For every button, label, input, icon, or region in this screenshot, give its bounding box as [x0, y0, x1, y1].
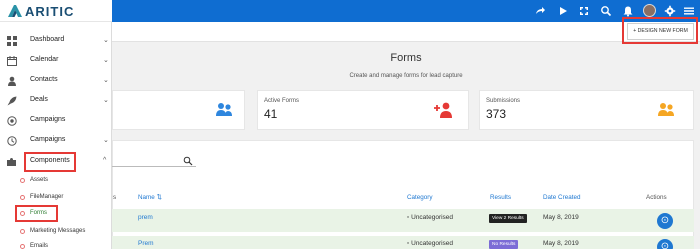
sidebar-item-label: Calendar [30, 56, 59, 63]
sidebar-subitem-emails[interactable]: Emails [0, 241, 112, 249]
search-icon[interactable] [183, 153, 193, 166]
chevron-down-icon: ⌄ [103, 37, 109, 44]
stat-label: Submissions [486, 98, 521, 104]
column-header-results[interactable]: Results [490, 194, 511, 201]
column-header-actions: Actions [646, 194, 667, 201]
stat-card-submissions: Submissions 373 [479, 90, 694, 130]
search-input[interactable] [112, 166, 196, 167]
form-name-link[interactable]: Prem [138, 240, 154, 247]
fullscreen-icon[interactable] [578, 5, 590, 17]
sidebar-item-label: Campaigns [30, 116, 66, 123]
sidebar-item-label: Dashboard [30, 36, 65, 43]
components-highlight [24, 152, 76, 172]
stat-card-total [112, 90, 245, 130]
sidebar-item-contacts[interactable]: Contacts ⌄ [0, 72, 112, 90]
form-category-text: Uncategorised [411, 214, 454, 221]
view-results-badge[interactable]: View 2 Results [489, 214, 527, 223]
form-category-text: Uncategorised [411, 240, 454, 247]
sidebar-item-deals[interactable]: Deals ⌄ [0, 92, 112, 110]
users-icon [655, 99, 677, 121]
row-action-button[interactable]: ⊙ [657, 239, 673, 249]
logo-icon [7, 3, 23, 19]
stat-value: 373 [486, 107, 507, 121]
menu-icon[interactable] [683, 5, 695, 17]
gear-icon[interactable] [664, 5, 676, 17]
sidebar-subitem-filemanager[interactable]: FileManager [0, 192, 112, 205]
bullet-icon [20, 229, 25, 234]
sidebar-item-calendar[interactable]: Calendar ⌄ [0, 52, 112, 70]
sidebar-item-label: Campaigns [30, 136, 66, 143]
form-name-link[interactable]: prem [138, 214, 153, 221]
table-row[interactable] [112, 236, 694, 249]
sidebar-item-campaigns-2[interactable]: Campaigns ⌄ [0, 132, 112, 150]
rocket-icon [7, 96, 17, 106]
search-icon[interactable] [600, 5, 612, 17]
bullet-icon [20, 178, 25, 183]
chevron-down-icon: ⌄ [103, 97, 109, 104]
bell-icon[interactable] [622, 5, 634, 17]
stat-value: 41 [264, 107, 278, 121]
add-user-icon [432, 99, 454, 121]
sidebar-item-dashboard[interactable]: Dashboard ⌄ [0, 32, 112, 50]
forms-table-panel [112, 140, 694, 249]
form-date-created: May 8, 2019 [543, 240, 579, 247]
play-icon[interactable] [557, 5, 569, 17]
logo[interactable]: ARITIC [0, 0, 112, 22]
column-header-name-label: Name [138, 194, 155, 201]
users-icon [213, 99, 235, 121]
chevron-down-icon: ⌄ [103, 137, 109, 144]
sidebar-subitem-label: Assets [30, 177, 49, 183]
sidebar-item-label: Contacts [30, 76, 58, 83]
column-header-name[interactable]: Name ⇅ [138, 194, 162, 201]
share-icon[interactable] [534, 5, 546, 17]
column-header-category[interactable]: Category [407, 194, 433, 201]
grid-icon [7, 36, 17, 46]
chevron-down-icon: ⌄ [103, 57, 109, 64]
form-category: ▫ Uncategorised [407, 240, 454, 247]
page-title: Forms [390, 52, 422, 64]
clock-icon [7, 136, 17, 146]
sidebar: ARITIC Dashboard ⌄ Calendar ⌄ Contacts ⌄… [0, 0, 112, 249]
chevron-up-icon: ^ [103, 157, 107, 164]
column-header-date-created[interactable]: Date Created [543, 194, 580, 201]
page-toolbar [112, 22, 700, 42]
target-icon [7, 116, 17, 126]
page-subtitle: Create and manage forms for lead capture [349, 73, 463, 79]
forms-highlight [15, 205, 58, 222]
sidebar-item-label: Deals [30, 96, 48, 103]
sidebar-subitem-label: Marketing Messages [30, 228, 86, 234]
sidebar-subitem-marketing-messages[interactable]: Marketing Messages [0, 226, 112, 239]
avatar[interactable] [643, 4, 656, 17]
bullet-icon [20, 244, 25, 249]
logo-text: ARITIC [25, 4, 75, 19]
form-category: ▫ Uncategorised [407, 214, 454, 221]
sidebar-subitem-label: FileManager [30, 194, 64, 200]
chevron-down-icon: ⌄ [103, 77, 109, 84]
sidebar-subitem-assets[interactable]: Assets [0, 175, 112, 188]
stat-label: Active Forms [264, 98, 300, 104]
puzzle-icon [7, 157, 17, 167]
form-date-created: May 8, 2019 [543, 214, 579, 221]
bullet-icon [20, 195, 25, 200]
table-row[interactable] [112, 209, 694, 232]
design-button-highlight [622, 17, 698, 44]
calendar-icon [7, 56, 17, 66]
sidebar-subitem-label: Emails [30, 243, 49, 249]
row-action-button[interactable]: ⊙ [657, 213, 673, 229]
stat-card-active-forms: Active Forms 41 [257, 90, 469, 130]
sort-icon: ⇅ [156, 194, 162, 201]
sidebar-item-campaigns[interactable]: Campaigns [0, 112, 112, 130]
column-header-partial: s [113, 194, 117, 201]
no-results-badge[interactable]: No Results [489, 240, 519, 249]
person-icon [7, 76, 17, 86]
